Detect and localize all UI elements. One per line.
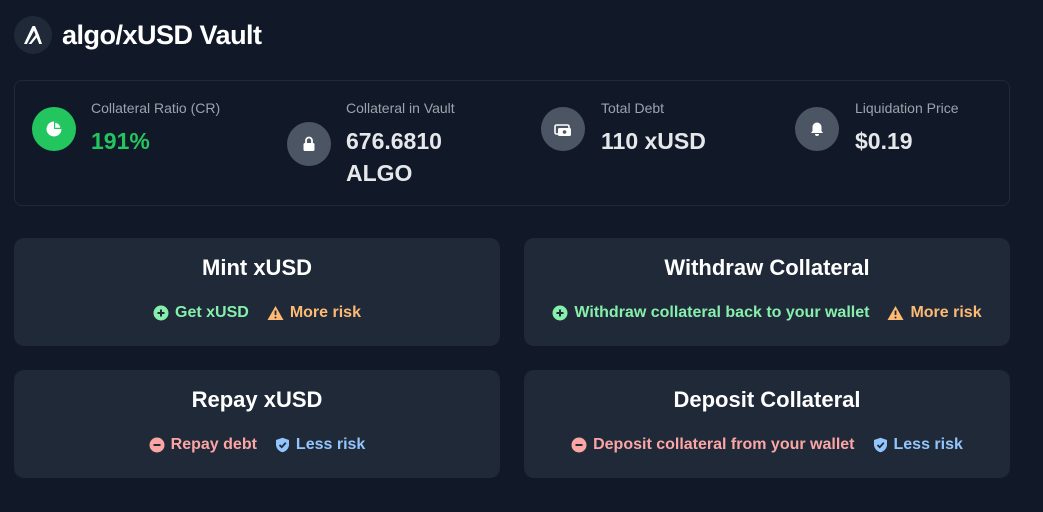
- badge-text: More risk: [289, 304, 361, 321]
- badge-less-risk: Less risk: [275, 436, 365, 454]
- minus-circle-icon: [571, 437, 587, 453]
- plus-circle-icon: [552, 305, 568, 321]
- pie-chart-icon: [32, 107, 76, 151]
- badge-text: Get xUSD: [175, 304, 249, 321]
- stat-label: Collateral Ratio (CR): [91, 100, 221, 116]
- card-badges: Withdraw collateral back to your wallet …: [524, 304, 1010, 322]
- badge-text: More risk: [910, 304, 982, 321]
- vault-page: algo/xUSD Vault Collateral Ratio (CR) 19…: [0, 0, 1043, 512]
- badge-text: Repay debt: [170, 436, 257, 453]
- card-title: Withdraw Collateral: [664, 255, 870, 280]
- lock-icon: [287, 122, 331, 166]
- page-title: algo/xUSD Vault: [62, 19, 262, 50]
- badge-withdraw-to-wallet: Withdraw collateral back to your wallet: [552, 304, 869, 322]
- minus-circle-icon: [149, 437, 165, 453]
- badge-more-risk: More risk: [887, 304, 982, 322]
- stat-liquidation-price: Liquidation Price $0.19: [780, 81, 1011, 207]
- total-debt-value: 110 xUSD: [601, 128, 706, 154]
- card-badges: Deposit collateral from your wallet Less…: [524, 436, 1010, 454]
- badge-repay-debt: Repay debt: [149, 436, 257, 454]
- stat-label: Collateral in Vault: [346, 100, 455, 116]
- card-badges: Repay debt Less risk: [14, 436, 500, 454]
- cash-icon: [541, 107, 585, 151]
- stat-total-debt: Total Debt 110 xUSD: [525, 81, 775, 207]
- stat-collateral-in-vault: Collateral in Vault 676.6810 ALGO: [270, 81, 520, 207]
- card-badges: Get xUSD More risk: [14, 304, 500, 322]
- badge-text: Less risk: [295, 436, 366, 453]
- collateral-unit-value: ALGO: [346, 160, 413, 186]
- liquidation-price-value: $0.19: [855, 128, 913, 154]
- vault-header: algo/xUSD Vault: [14, 16, 262, 54]
- badge-get-xusd: Get xUSD: [153, 304, 249, 322]
- card-title: Mint xUSD: [202, 255, 312, 280]
- plus-circle-icon: [153, 305, 169, 321]
- algorand-logo-icon: [14, 16, 52, 54]
- stat-label: Total Debt: [601, 100, 665, 116]
- badge-text: Withdraw collateral back to your wallet: [574, 304, 870, 321]
- stat-label: Liquidation Price: [855, 100, 959, 116]
- withdraw-collateral-card[interactable]: Withdraw Collateral Withdraw collateral …: [524, 238, 1010, 346]
- deposit-collateral-card[interactable]: Deposit Collateral Deposit collateral fr…: [524, 370, 1010, 478]
- shield-check-icon: [275, 437, 289, 453]
- collateral-ratio-value: 191%: [91, 128, 150, 154]
- warning-icon: [267, 306, 284, 320]
- badge-deposit-from-wallet: Deposit collateral from your wallet: [571, 436, 855, 454]
- badge-text: Less risk: [893, 436, 963, 453]
- badge-less-risk: Less risk: [873, 436, 963, 454]
- repay-xusd-card[interactable]: Repay xUSD Repay debt Less risk: [14, 370, 500, 478]
- card-title: Repay xUSD: [191, 387, 323, 412]
- badge-text: Deposit collateral from your wallet: [593, 436, 855, 453]
- collateral-amount-value: 676.6810: [346, 128, 442, 154]
- badge-more-risk: More risk: [267, 304, 361, 322]
- card-title: Deposit Collateral: [673, 387, 861, 412]
- stat-collateral-ratio: Collateral Ratio (CR) 191%: [15, 81, 265, 207]
- shield-check-icon: [873, 437, 887, 453]
- mint-xusd-card[interactable]: Mint xUSD Get xUSD More risk: [14, 238, 500, 346]
- warning-icon: [887, 306, 904, 320]
- vault-stats-panel: Collateral Ratio (CR) 191% Collateral in…: [14, 80, 1010, 206]
- bell-icon: [795, 107, 839, 151]
